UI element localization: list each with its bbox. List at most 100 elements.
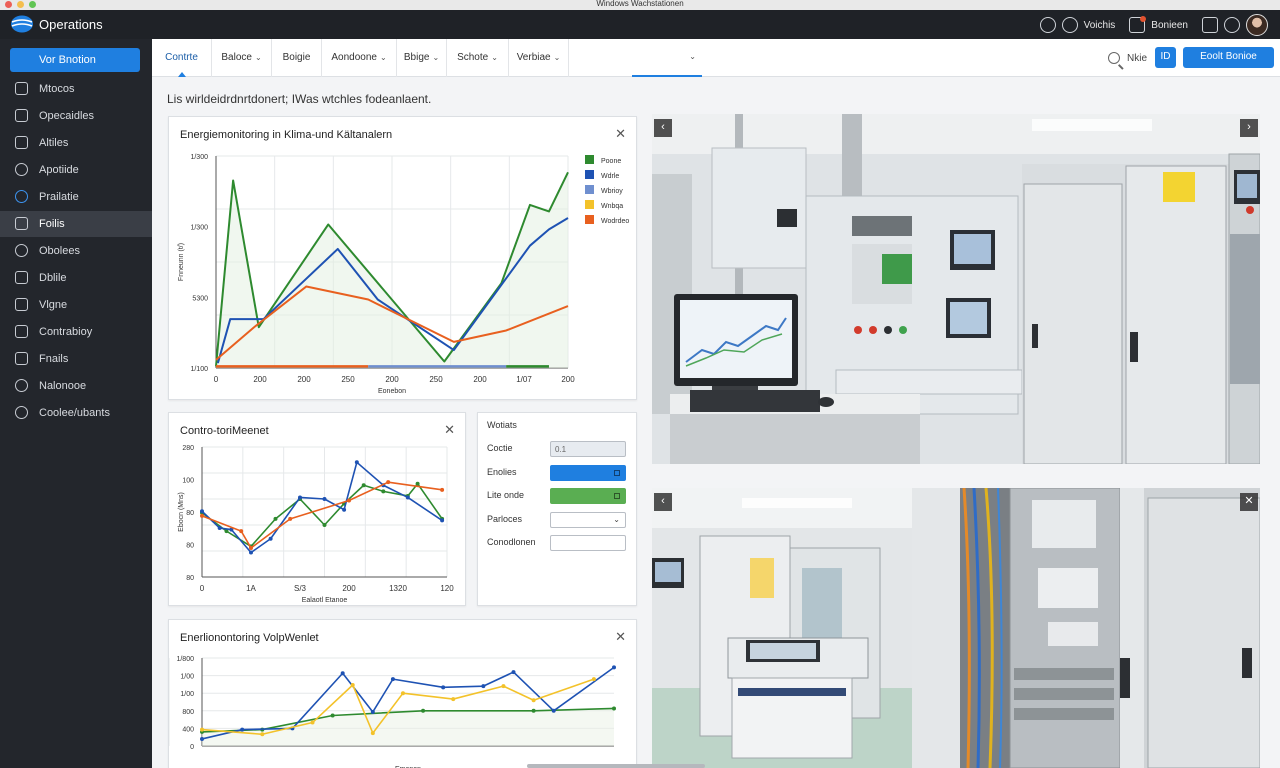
next-image-button[interactable]: › (1240, 119, 1258, 137)
x-axis-label: Ealaotl Etanoe (302, 597, 348, 604)
chevron-down-icon: ⌄ (689, 52, 696, 61)
sidebar-item[interactable]: Dblile (0, 265, 152, 291)
list-icon (15, 298, 28, 311)
app-header: Operations Voichis Bonieen (0, 10, 1280, 39)
sidebar-item[interactable]: Opecaidles (0, 103, 152, 129)
legend-label: Poone (601, 158, 621, 165)
sidebar-item-label: Mtocos (39, 83, 75, 95)
tab[interactable]: Aondoone ⌄ (322, 39, 397, 77)
list-icon (15, 136, 28, 149)
help-icon[interactable] (1039, 17, 1056, 33)
chart-card-energy: Energiemonitoring in Klima-und Kältanale… (168, 116, 637, 400)
page-subheading: Lis wirldeidrdnrtdonert; IWas wtchles fo… (167, 92, 432, 106)
data-point (200, 513, 204, 518)
data-point (310, 720, 315, 725)
setting-control[interactable]: ⌄ (550, 511, 626, 528)
data-point (400, 691, 405, 696)
user-search-icon[interactable] (1061, 17, 1078, 33)
sidebar-item[interactable]: Contrabioy (0, 319, 152, 345)
setting-value: 0.1 (555, 445, 567, 454)
setting-control[interactable]: 0.1 (550, 441, 626, 457)
tab-label: Baloce (221, 52, 252, 63)
y-tick-label: 280 (182, 445, 194, 452)
sidebar-item-label: Prailatie (39, 191, 79, 203)
x-tick-label: 200 (253, 375, 267, 384)
user-avatar[interactable] (1246, 14, 1268, 36)
home-icon (15, 217, 28, 230)
horizontal-scrollbar[interactable] (527, 764, 705, 768)
user-label[interactable]: Voichis (1084, 20, 1116, 31)
sidebar-item[interactable]: Foilis (0, 211, 152, 237)
y-tick-label: 1/300 (190, 154, 208, 161)
sidebar-item[interactable]: Altiles (0, 130, 152, 156)
tab[interactable]: Verbiae ⌄ (509, 39, 569, 77)
data-point (612, 665, 616, 670)
y-tick-label: 1/300 (190, 225, 208, 232)
data-point (451, 697, 456, 702)
pen-icon (15, 271, 28, 284)
search-label[interactable]: Nkie (1127, 53, 1147, 64)
sidebar-item[interactable]: Prailatie (0, 184, 152, 210)
sidebar-item[interactable]: Nalonooe (0, 373, 152, 399)
sidebar-item[interactable]: Apotiide (0, 157, 152, 183)
home-icon (15, 352, 28, 365)
setting-control[interactable] (550, 488, 626, 504)
tab-dropdown-empty[interactable]: ⌄ (632, 39, 702, 77)
data-point (288, 516, 293, 521)
tab[interactable]: Bbige ⌄ (397, 39, 447, 77)
data-point (591, 677, 596, 682)
tab[interactable]: Baloce ⌄ (212, 39, 272, 77)
x-tick-label: 200 (297, 375, 311, 384)
y-axis-label: Fnneunn (t/) (178, 243, 185, 281)
setting-control[interactable] (550, 464, 626, 481)
sidebar-item-label: Opecaidles (39, 110, 95, 122)
tab[interactable]: Schote ⌄ (447, 39, 509, 77)
sidebar-item[interactable]: Obolees (0, 238, 152, 264)
x-tick-label: 0 (214, 375, 219, 384)
data-point (551, 708, 556, 713)
previous-image-button[interactable]: ‹ (654, 493, 672, 511)
primary-action-button[interactable]: Eoolt Bonioe (1183, 47, 1274, 68)
share-icon[interactable] (1202, 17, 1218, 33)
y-tick-label: 0 (190, 744, 194, 751)
x-tick-label: 0 (200, 584, 205, 593)
notification-label[interactable]: Bonieen (1151, 20, 1188, 31)
sidebar-item[interactable]: Mtocos (0, 76, 152, 102)
data-point (298, 495, 302, 500)
sidebar-item[interactable]: Coolee/ubants (0, 400, 152, 426)
y-tick-label: 400 (182, 726, 194, 733)
x-tick-label: 1A (246, 584, 256, 593)
y-tick-label: 1/100 (190, 366, 208, 373)
y-tick-label: 5300 (192, 295, 208, 302)
data-point (200, 727, 204, 732)
notification-icon[interactable] (1129, 16, 1147, 33)
settings-icon[interactable] (1224, 17, 1240, 33)
setting-control[interactable] (550, 535, 626, 551)
chart-volume-plot: 1/8001/001/008004000Emenen (169, 656, 616, 768)
data-point (249, 550, 253, 555)
y-axis-label: Ebocn (Mns) (178, 492, 185, 532)
sidebar-item-label: Obolees (39, 245, 80, 257)
previous-image-button[interactable]: ‹ (654, 119, 672, 137)
chevron-down-icon: ⌄ (379, 53, 387, 62)
data-point (361, 483, 366, 488)
sidebar-item-label: Foilis (39, 218, 65, 230)
close-image-button[interactable]: ✕ (1240, 493, 1258, 511)
pen-icon (15, 109, 28, 122)
sidebar-item[interactable]: Vlgne (0, 292, 152, 318)
data-point (421, 708, 426, 713)
sidebar-item[interactable]: Fnails (0, 346, 152, 372)
sidebar: Vor Bnotion Mtocos Opecaidles Altiles Apoti… (0, 39, 152, 768)
legend-label: Wodrdeo (601, 218, 629, 225)
y-tick-label: 100 (182, 478, 194, 485)
tab-label: Boigie (282, 52, 311, 63)
data-point (200, 509, 204, 514)
tab[interactable]: Contrte (152, 39, 212, 77)
tab[interactable]: Boigie (272, 39, 322, 77)
data-point (342, 507, 347, 512)
sidebar-primary-button[interactable]: Vor Bnotion (10, 48, 140, 72)
data-point (260, 732, 265, 737)
id-button[interactable]: ID (1155, 47, 1176, 68)
setting-label: Lite onde (487, 490, 525, 500)
search-icon[interactable] (1108, 52, 1120, 64)
